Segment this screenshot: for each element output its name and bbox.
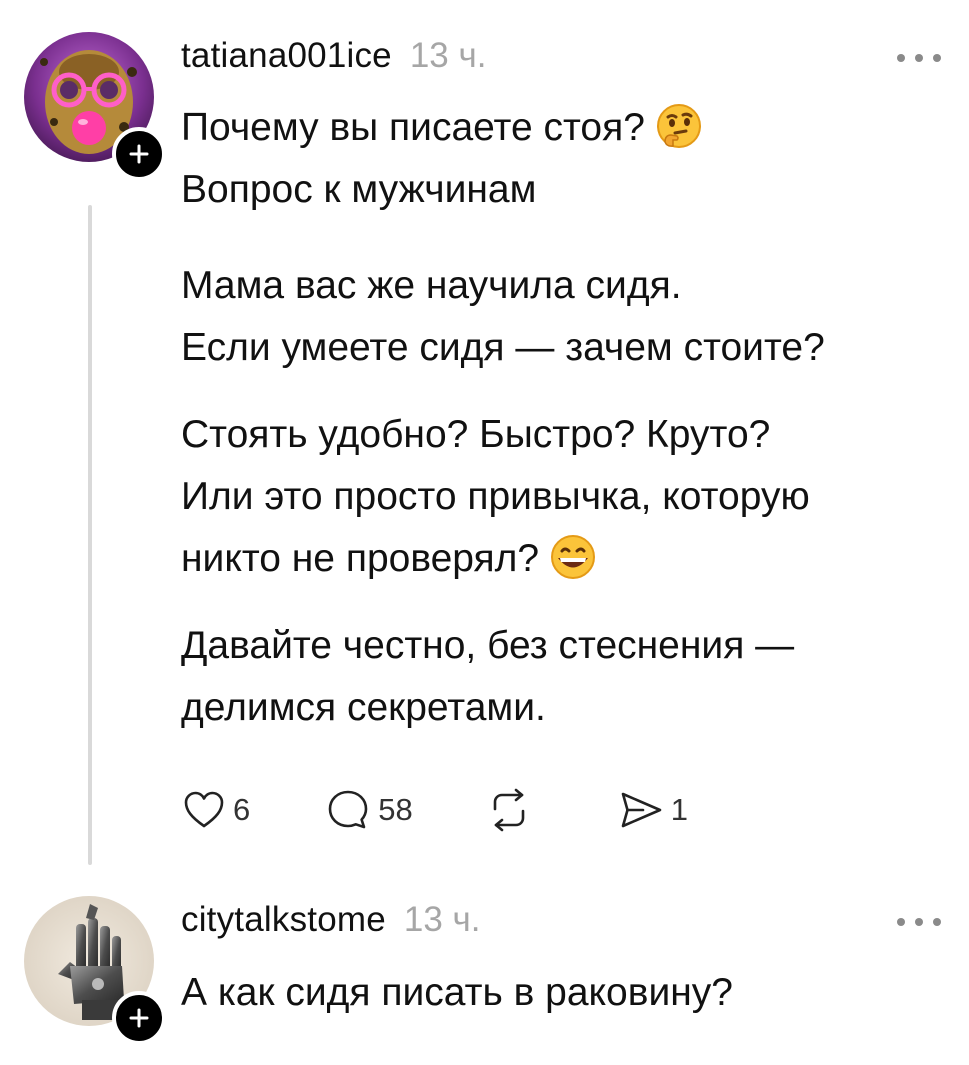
like-count: 6 <box>233 792 251 827</box>
text-line: Если умеете сидя — зачем стоите? <box>181 326 825 369</box>
more-icon-dot <box>915 918 923 926</box>
timestamp: 13 ч. <box>409 36 487 75</box>
repost-icon <box>493 788 525 832</box>
share-count: 1 <box>670 792 688 827</box>
text-line-content: Почему вы писаете стоя? <box>181 106 645 149</box>
plus-icon <box>129 144 149 164</box>
post-paragraph-1: Почему вы писаете стоя? Вопрос к мужчина… <box>181 97 703 221</box>
comment-icon <box>328 790 368 829</box>
text-line: Мама вас же научила сидя. <box>181 264 682 307</box>
more-options-button[interactable] <box>897 912 941 932</box>
post-text: А как сидя писать в раковину? <box>181 962 733 1024</box>
send-button[interactable]: 1 <box>617 782 688 838</box>
follow-plus-button[interactable] <box>112 127 166 181</box>
follow-plus-button[interactable] <box>112 991 166 1045</box>
grinning-face-emoji-icon <box>549 533 597 581</box>
more-options-button[interactable] <box>897 48 941 68</box>
more-icon-dot <box>897 54 905 62</box>
text-line: Почему вы писаете стоя? <box>181 97 703 159</box>
post-paragraph-2: Мама вас же научила сидя. Если умеете си… <box>181 255 825 379</box>
thread-line <box>88 205 92 865</box>
text-line: Или это просто привычка, которую <box>181 475 810 518</box>
post-actions: 6 58 1 <box>181 782 688 838</box>
more-icon-dot <box>933 918 941 926</box>
text-line: никто не проверял? <box>181 528 810 590</box>
send-icon <box>621 792 662 828</box>
more-icon-dot <box>897 918 905 926</box>
text-line: Давайте честно, без стеснения — <box>181 624 795 667</box>
comment-count: 58 <box>378 792 413 827</box>
username[interactable]: tatiana001ice <box>181 36 392 76</box>
post-paragraph-4: Давайте честно, без стеснения — делимся … <box>181 615 794 739</box>
text-line: Стоять удобно? Быстро? Круто? <box>181 413 771 456</box>
comment-button[interactable]: 58 <box>324 782 413 838</box>
timestamp: 13 ч. <box>403 900 481 939</box>
repost-button[interactable] <box>485 782 533 838</box>
heart-icon <box>184 791 224 828</box>
text-line: делимся секретами. <box>181 686 546 729</box>
post-paragraph-3: Стоять удобно? Быстро? Круто? Или это пр… <box>181 404 810 590</box>
thinking-face-emoji-icon <box>655 102 703 150</box>
username[interactable]: citytalkstome <box>181 900 386 940</box>
like-button[interactable]: 6 <box>181 782 250 838</box>
more-icon-dot <box>915 54 923 62</box>
post-header: citytalkstome 13 ч. <box>181 900 481 940</box>
text-line: Вопрос к мужчинам <box>181 168 537 211</box>
plus-icon <box>129 1008 149 1028</box>
text-line-content: никто не проверял? <box>181 537 540 580</box>
text-line: А как сидя писать в раковину? <box>181 971 733 1014</box>
more-icon-dot <box>933 54 941 62</box>
post-header: tatiana001ice 13 ч. <box>181 36 486 76</box>
